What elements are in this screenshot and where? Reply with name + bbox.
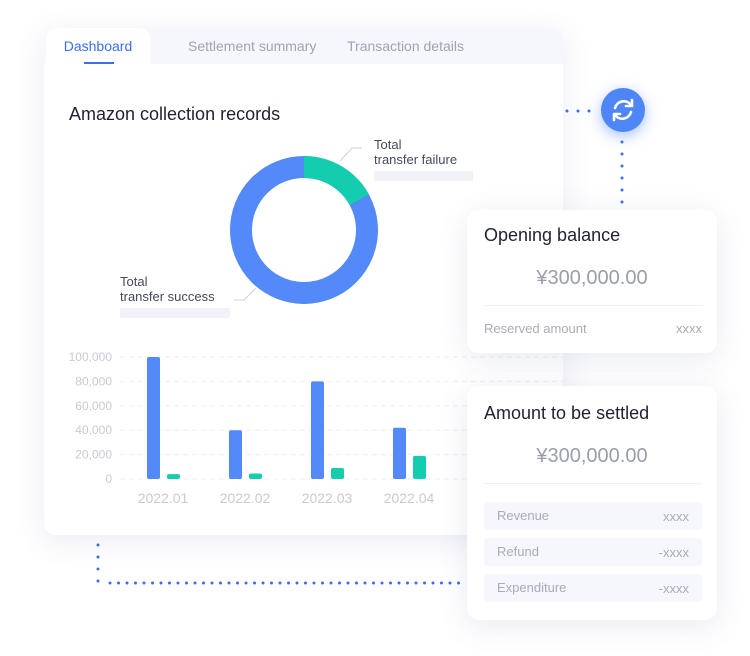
reserved-value: xxxx: [676, 321, 702, 336]
row-label: Expenditure: [497, 580, 567, 595]
refresh-button[interactable]: [601, 88, 645, 132]
row-label: Refund: [497, 544, 539, 559]
amount-to-settle-card: Amount to be settled ¥300,000.00 Revenue…: [467, 386, 717, 620]
refund-row: Refund -xxxx: [484, 538, 702, 566]
y-tick-label: 0: [105, 472, 112, 486]
reserved-label: Reserved amount: [484, 321, 587, 336]
settle-amount: ¥300,000.00: [536, 445, 648, 467]
row-value: -xxxx: [658, 581, 689, 596]
y-tick-label: 20,000: [75, 448, 112, 462]
y-tick-label: 40,000: [75, 423, 112, 437]
row-value: -xxxx: [658, 545, 689, 560]
x-tick-label: 2022.02: [220, 490, 271, 506]
x-tick-label: 2022.01: [138, 490, 189, 506]
row-value: xxxx: [663, 509, 689, 524]
opening-balance-card: Opening balance ¥300,000.00 Reserved amo…: [467, 210, 717, 353]
divider: [484, 483, 702, 484]
x-tick-label: 2022.03: [302, 490, 353, 506]
bar: [249, 473, 262, 479]
reserved-row: Reserved amount xxxx: [484, 321, 702, 336]
y-tick-label: 60,000: [75, 399, 112, 413]
divider: [484, 305, 702, 306]
card-title: Amount to be settled: [484, 403, 650, 423]
card-title: Opening balance: [484, 225, 621, 245]
bar: [331, 468, 344, 479]
bar: [167, 474, 180, 479]
refresh-icon: [612, 98, 634, 122]
revenue-row: Revenue xxxx: [484, 502, 702, 530]
bar: [393, 427, 406, 479]
opening-amount: ¥300,000.00: [536, 267, 648, 289]
expenditure-row: Expenditure -xxxx: [484, 574, 702, 602]
bar: [229, 430, 242, 479]
y-tick-label: 100,000: [69, 350, 113, 364]
bar: [147, 357, 160, 479]
bar: [311, 381, 324, 479]
y-tick-label: 80,000: [75, 374, 112, 388]
bar: [413, 455, 426, 479]
row-label: Revenue: [497, 508, 550, 523]
x-tick-label: 2022.04: [384, 490, 435, 506]
